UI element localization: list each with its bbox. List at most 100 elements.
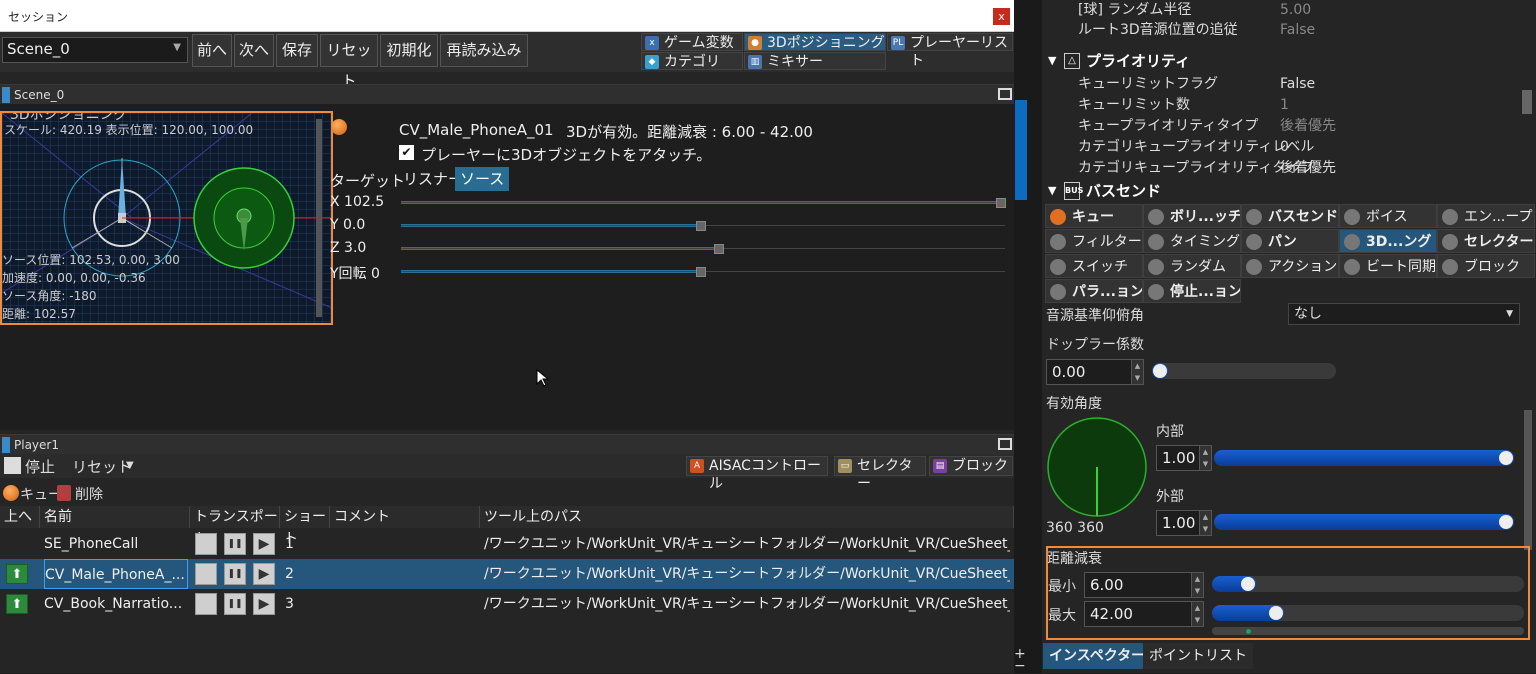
tab-bus-send[interactable]: バスセンド — [1241, 204, 1339, 228]
tab-block[interactable]: ブロック — [1437, 254, 1535, 278]
tab-label: バスセンド — [1268, 209, 1338, 225]
inner-slider[interactable] — [1214, 450, 1514, 466]
col-comment[interactable]: コメント — [330, 506, 480, 528]
tab-selector[interactable]: セレクター — [1437, 229, 1535, 253]
prop-row[interactable]: キューリミットフラグ False — [1042, 74, 1522, 95]
priority-section-header[interactable]: ▼ △ プライオリティ — [1042, 50, 1522, 72]
axis-slider-thumb[interactable] — [696, 267, 706, 277]
table-row[interactable]: ⬆ CV_Book_Narratio... ❚❚ ▶ 3/ワークユニット/WorkUni… — [0, 589, 1014, 619]
attach-checkbox[interactable]: ✔ — [399, 145, 414, 160]
axis-slider-track[interactable] — [401, 202, 1005, 203]
pause-icon[interactable]: ❚❚ — [224, 593, 246, 615]
tab-3d-positioning[interactable]: ● 3Dポジショニング — [744, 33, 886, 51]
play-icon[interactable]: ▶ — [253, 593, 275, 615]
cue-icon — [1050, 209, 1066, 225]
outer-input[interactable]: 1.00 ▲ ▼ — [1156, 510, 1212, 536]
tab-selector[interactable]: ▭ セレクター — [834, 456, 926, 492]
col-up[interactable]: 上へ — [0, 506, 40, 528]
scene-select[interactable]: Scene_0 ▼ — [2, 37, 188, 63]
elevation-select[interactable]: なし ▼ — [1288, 303, 1520, 325]
up-arrow-icon[interactable]: ⬆ — [6, 564, 28, 584]
tab-action[interactable]: アクション — [1241, 254, 1339, 278]
col-short[interactable]: ショート — [280, 506, 330, 547]
tab-3d-positioning[interactable]: 3D...ング — [1339, 229, 1437, 253]
source-toggle[interactable]: ソース — [455, 167, 510, 191]
tab-timing[interactable]: タイミング — [1143, 229, 1241, 253]
axis-slider-thumb[interactable] — [696, 221, 706, 231]
doppler-input[interactable]: 0.00 ▲ ▼ — [1046, 359, 1144, 385]
axis-slider-track[interactable] — [401, 248, 1005, 249]
spin-arrows-icon[interactable]: ▲ ▼ — [1131, 360, 1143, 384]
stop-button[interactable]: 停止 — [25, 456, 55, 477]
splitter-scrollbar-thumb[interactable] — [1015, 100, 1027, 200]
window-titlebar[interactable]: セッション x — [0, 0, 1014, 32]
prev-button[interactable]: 前へ — [192, 34, 232, 67]
positioning-view[interactable]: 3Dポジショニング スケール: 420.19 表示位置: 120.00, 100… — [0, 111, 333, 325]
splitter[interactable]: + − — [1014, 0, 1042, 673]
tab-label: フィルター — [1072, 234, 1142, 250]
tab-parameter[interactable]: パラ...ョン — [1045, 279, 1143, 303]
doppler-slider[interactable] — [1152, 363, 1336, 379]
outer-slider[interactable] — [1214, 514, 1514, 530]
tab-category[interactable]: ◆ カテゴリ — [641, 52, 743, 70]
tab-filter[interactable]: フィルター — [1045, 229, 1143, 253]
init-button[interactable]: 初期化 — [380, 34, 438, 67]
tab-switch[interactable]: スイッチ — [1045, 254, 1143, 278]
view-scrollbar[interactable] — [316, 119, 322, 317]
spin-arrows-icon[interactable]: ▲ ▼ — [1199, 511, 1211, 535]
save-button[interactable]: 保存 — [276, 34, 318, 67]
params-scrollbar-thumb[interactable] — [1524, 410, 1532, 550]
pause-icon[interactable]: ❚❚ — [224, 533, 246, 555]
col-path[interactable]: ツール上のパス — [480, 506, 1014, 528]
minus-icon[interactable]: − — [1014, 659, 1026, 673]
prop-row[interactable]: キュープライオリティタイプ 後着優先 — [1042, 116, 1522, 137]
tab-player-list[interactable]: PL プレーヤーリスト — [887, 33, 1013, 69]
play-icon[interactable]: ▶ — [253, 563, 275, 585]
tab-block[interactable]: ▤ ブロック — [929, 456, 1013, 476]
prop-row[interactable]: [球] ランダム半径 5.00 — [1042, 0, 1522, 21]
col-name[interactable]: 名前 — [40, 506, 190, 528]
tab-pan[interactable]: パン — [1241, 229, 1339, 253]
tab-random[interactable]: ランダム — [1143, 254, 1241, 278]
tab-volume-pitch[interactable]: ボリ...ッチ — [1143, 204, 1241, 228]
tab-inspector[interactable]: インスペクター — [1043, 643, 1152, 669]
tab-beat-sync[interactable]: ビート同期 — [1339, 254, 1437, 278]
prop-row[interactable]: キューリミット数 1 — [1042, 95, 1522, 116]
player-toolbar: 停止 リセット ▼ A AISACコントロール ▭ セレクター ▤ ブロック — [0, 454, 1014, 492]
stop-icon[interactable] — [195, 593, 217, 615]
pause-icon[interactable]: ❚❚ — [224, 563, 246, 585]
reset-button[interactable]: リセット — [320, 34, 378, 90]
prop-row[interactable]: カテゴリキュープライオリティレベル 0 — [1042, 137, 1522, 158]
spin-arrows-icon[interactable]: ▲ ▼ — [1199, 446, 1211, 470]
bus-send-section-header[interactable]: ▼ BUS バスセンド — [1042, 180, 1522, 202]
tab-cue[interactable]: キュー — [1045, 204, 1143, 228]
maximize-icon[interactable] — [998, 438, 1012, 450]
delete-button[interactable]: 削除 — [75, 484, 103, 504]
inspector-scrollbar-thumb[interactable] — [1522, 90, 1532, 114]
tab-mixer[interactable]: ▥ ミキサー — [744, 52, 886, 70]
inner-input[interactable]: 1.00 ▲ ▼ — [1156, 445, 1212, 471]
reset-dropdown[interactable]: リセット — [72, 456, 132, 477]
reload-button[interactable]: 再読み込み — [440, 34, 528, 67]
tab-aisac[interactable]: A AISACコントロール — [686, 456, 828, 492]
up-arrow-icon[interactable]: ⬆ — [6, 594, 28, 614]
tab-voice[interactable]: ボイス — [1339, 204, 1437, 228]
stop-icon[interactable] — [195, 563, 217, 585]
tab-stop-action[interactable]: 停止...ョン — [1143, 279, 1241, 303]
axis-slider-thumb[interactable] — [996, 198, 1006, 208]
stop-icon[interactable] — [195, 533, 217, 555]
table-row[interactable]: SE_PhoneCall ❚❚ ▶ 1/ワークユニット/WorkUnit_VR/キュー… — [0, 529, 1014, 559]
tab-point-list[interactable]: ポイントリスト — [1143, 643, 1253, 669]
play-icon[interactable]: ▶ — [253, 533, 275, 555]
cue-button[interactable]: キュー — [20, 484, 62, 504]
tab-game-variables[interactable]: x ゲーム変数 — [641, 33, 743, 51]
table-row[interactable]: ⬆ CV_Male_PhoneA_... ❚❚ ▶ 2/ワークユニット/WorkUnit… — [0, 559, 1014, 589]
prop-row[interactable]: ルート3D音源位置の追従 False — [1042, 20, 1522, 41]
col-transport[interactable]: トランスポート — [190, 506, 280, 547]
axis-slider-thumb[interactable] — [714, 244, 724, 254]
tab-envelope[interactable]: エン...ープ — [1437, 204, 1535, 228]
maximize-icon[interactable] — [998, 88, 1012, 100]
next-button[interactable]: 次へ — [234, 34, 274, 67]
close-button[interactable]: x — [993, 8, 1010, 25]
prop-row[interactable]: カテゴリキュープライオリティタイプ 後着優先 — [1042, 158, 1522, 179]
